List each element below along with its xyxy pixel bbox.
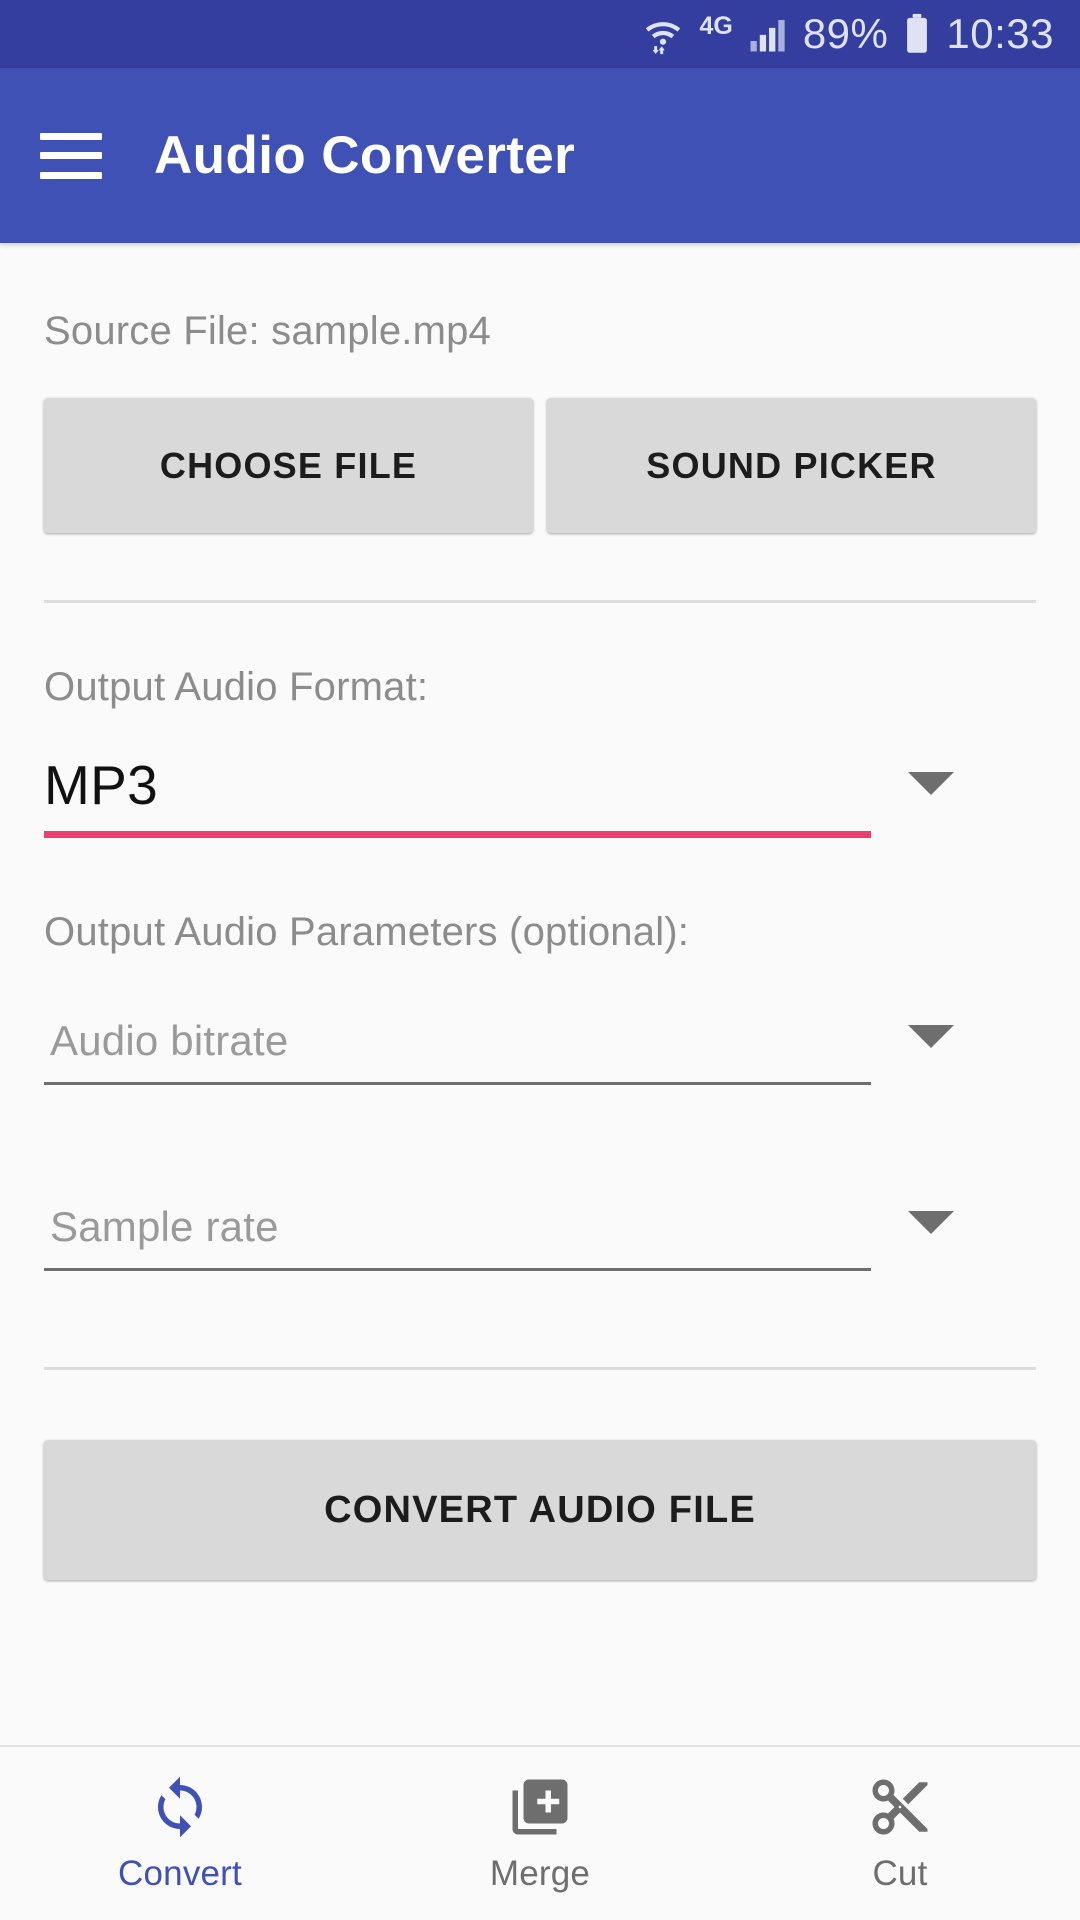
spinner-underline [44,1268,871,1271]
chevron-down-icon [908,1025,954,1048]
battery-percent-label: 89% [802,10,889,57]
hamburger-menu-icon[interactable] [40,132,102,179]
sync-refresh-icon [147,1774,213,1840]
battery-icon [902,12,932,56]
sound-picker-button[interactable]: SOUND PICKER [547,398,1036,533]
nav-item-cut[interactable]: Cut [720,1747,1080,1920]
main-content: Source File: sample.mp4 CHOOSE FILE SOUN… [0,243,1080,1745]
nav-item-convert[interactable]: Convert [0,1747,360,1920]
output-params-label: Output Audio Parameters (optional): [44,910,690,954]
scissors-icon [867,1774,933,1840]
wifi-data-icon [641,12,685,56]
chevron-down-icon [908,772,954,795]
spinner-underline [44,1082,871,1085]
status-bar: 4G 89% 10:33 [0,0,1080,68]
output-format-label: Output Audio Format: [44,665,429,709]
clock-label: 10:33 [946,10,1054,57]
output-format-spinner[interactable]: MP3 [44,746,1036,838]
app-bar: Audio Converter [0,68,1080,243]
sample-rate-placeholder: Sample rate [50,1203,279,1250]
hamburger-bar [40,171,102,179]
divider-top [44,600,1036,603]
source-file-label: Source File: sample.mp4 [44,309,492,353]
library-add-icon [507,1774,573,1840]
hamburger-bar [40,132,102,140]
choose-file-button[interactable]: CHOOSE FILE [44,398,533,533]
nav-label-convert: Convert [118,1853,242,1893]
network-type-label: 4G [699,11,733,40]
nav-item-merge[interactable]: Merge [360,1747,720,1920]
convert-audio-file-button[interactable]: CONVERT AUDIO FILE [44,1440,1036,1580]
sample-rate-spinner[interactable]: Sample rate [44,1193,1036,1271]
bottom-navigation: Convert Merge Cut [0,1745,1080,1920]
spinner-underline-accent [44,831,871,838]
audio-bitrate-spinner[interactable]: Audio bitrate [44,1007,1036,1085]
output-format-value: MP3 [44,754,158,816]
page-title: Audio Converter [154,126,576,185]
file-buttons-row: CHOOSE FILE SOUND PICKER [44,398,1036,533]
nav-label-cut: Cut [872,1853,928,1893]
status-bar-indicators: 4G 89% 10:33 [641,12,1054,56]
hamburger-bar [40,152,102,159]
signal-bars-icon [747,13,789,55]
audio-bitrate-placeholder: Audio bitrate [50,1017,289,1064]
app-screen: 4G 89% 10:33 Audio Converter Source File… [0,0,1080,1920]
output-params-group: Audio bitrate Sample rate [44,1007,1036,1271]
chevron-down-icon [908,1211,954,1234]
nav-label-merge: Merge [489,1853,591,1893]
divider-bottom [44,1367,1036,1370]
